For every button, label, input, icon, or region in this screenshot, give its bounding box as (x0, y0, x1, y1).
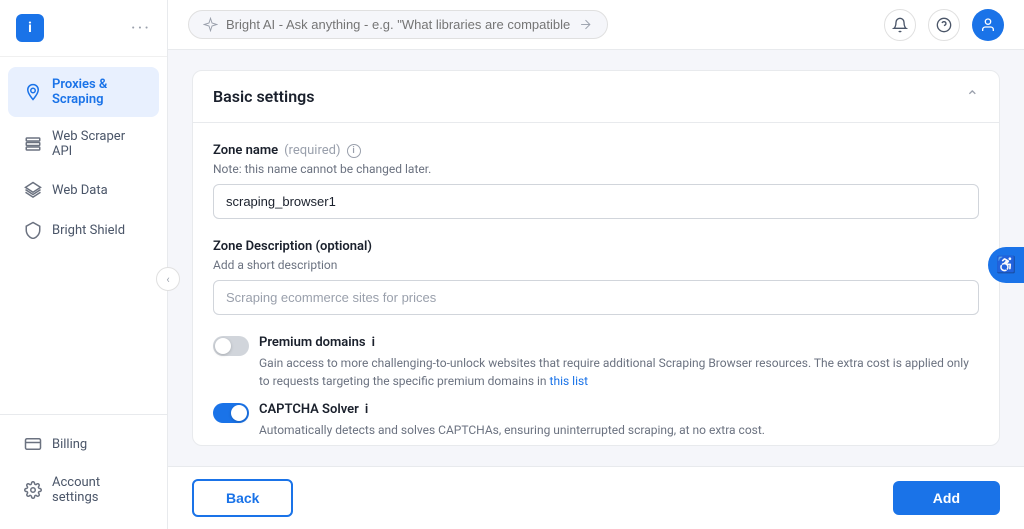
card-title: Basic settings (213, 87, 314, 106)
back-button[interactable]: Back (192, 479, 293, 517)
sidebar-item-web-data[interactable]: Web Data (8, 171, 159, 209)
api-icon (24, 135, 42, 153)
sidebar-item-label: Account settings (52, 475, 143, 505)
help-button[interactable] (928, 9, 960, 41)
content-area: Basic settings ⌃ Zone name (required) i … (168, 50, 1024, 466)
bell-icon (892, 17, 908, 33)
sidebar-item-label: Billing (52, 437, 87, 452)
sidebar-bottom: Billing Account settings (0, 414, 167, 529)
sidebar-item-web-scraper-api[interactable]: Web Scraper API (8, 119, 159, 169)
sidebar-item-label: Bright Shield (52, 223, 125, 238)
card-icon (24, 435, 42, 453)
basic-settings-card: Basic settings ⌃ Zone name (required) i … (192, 70, 1000, 446)
chevron-up-icon[interactable]: ⌃ (966, 87, 979, 106)
premium-domains-desc: Gain access to more challenging-to-unloc… (259, 354, 979, 390)
user-icon (980, 17, 996, 33)
user-avatar-button[interactable] (972, 9, 1004, 41)
sidebar-item-billing[interactable]: Billing (8, 425, 159, 463)
sidebar-nav: Proxies & Scraping Web Scraper API Web D… (0, 57, 167, 414)
zone-name-info-icon[interactable]: i (347, 144, 361, 158)
shield-icon (24, 221, 42, 239)
sidebar-item-account-settings[interactable]: Account settings (8, 465, 159, 515)
zone-name-note: Note: this name cannot be changed later. (213, 162, 979, 176)
search-bar[interactable] (188, 10, 608, 39)
add-button[interactable]: Add (893, 481, 1000, 515)
premium-domains-row: Premium domains i Gain access to more ch… (213, 335, 979, 390)
header (168, 0, 1024, 50)
location-icon (24, 83, 42, 101)
card-body: Zone name (required) i Note: this name c… (193, 123, 999, 446)
zone-desc-subtitle: Add a short description (213, 258, 979, 272)
sidebar-item-label: Proxies & Scraping (52, 77, 143, 107)
card-header: Basic settings ⌃ (193, 71, 999, 123)
zone-name-group: Zone name (required) i Note: this name c… (213, 143, 979, 219)
sidebar-item-proxies-scraping[interactable]: Proxies & Scraping (8, 67, 159, 117)
footer: Back Add (168, 466, 1024, 529)
zone-desc-input[interactable] (213, 280, 979, 315)
accessibility-button[interactable]: ♿ (988, 247, 1024, 283)
sidebar-item-bright-shield[interactable]: Bright Shield (8, 211, 159, 249)
sidebar-item-label: Web Scraper API (52, 129, 143, 159)
gear-icon (24, 481, 42, 499)
notification-button[interactable] (884, 9, 916, 41)
zone-desc-group: Zone Description (optional) Add a short … (213, 239, 979, 315)
premium-domains-link[interactable]: this list (550, 374, 589, 388)
accessibility-icon: ♿ (996, 255, 1016, 274)
question-icon (936, 17, 952, 33)
sidebar: i ··· Proxies & Scraping Web Scraper API (0, 0, 168, 529)
zone-name-label: Zone name (required) i (213, 143, 979, 158)
send-icon (578, 17, 593, 32)
main-area: Basic settings ⌃ Zone name (required) i … (168, 0, 1024, 529)
layers-icon (24, 181, 42, 199)
search-input[interactable] (226, 17, 570, 32)
app-logo: i (16, 14, 44, 42)
zone-desc-label: Zone Description (optional) (213, 239, 979, 254)
captcha-solver-desc: Automatically detects and solves CAPTCHA… (259, 421, 765, 439)
captcha-solver-row: CAPTCHA Solver i Automatically detects a… (213, 402, 979, 439)
header-actions (884, 9, 1004, 41)
zone-name-input[interactable] (213, 184, 979, 219)
sidebar-menu-dots[interactable]: ··· (131, 18, 151, 39)
premium-domains-toggle[interactable] (213, 336, 249, 356)
spark-icon (203, 17, 218, 32)
captcha-solver-toggle[interactable] (213, 403, 249, 423)
sidebar-header: i ··· (0, 0, 167, 57)
captcha-solver-info-icon[interactable]: i (365, 402, 368, 417)
premium-domains-info-icon[interactable]: i (372, 335, 375, 350)
sidebar-item-label: Web Data (52, 183, 108, 198)
sidebar-collapse-button[interactable]: ‹ (156, 267, 180, 291)
